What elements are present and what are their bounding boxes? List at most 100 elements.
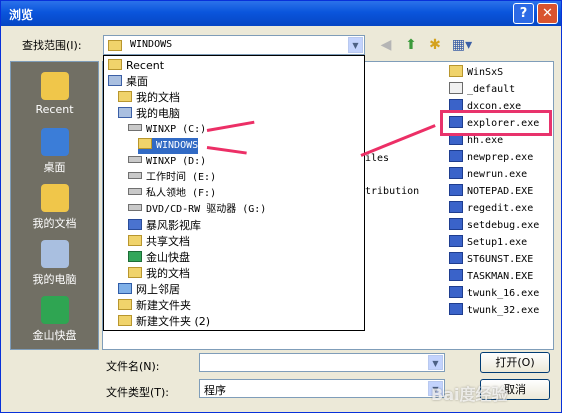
- lookin-combo[interactable]: WINDOWS ▼: [103, 35, 365, 55]
- dropdown-item-label: 我的电脑: [136, 107, 180, 120]
- drive-icon: [128, 124, 142, 131]
- file-item-label: ST6UNST.EXE: [467, 254, 534, 265]
- dropdown-item-label: 工作时间 (E:): [146, 172, 217, 183]
- dropdown-item[interactable]: 共享文档: [128, 234, 190, 250]
- place-label: Recent: [35, 103, 74, 116]
- file-item-label: Setup1.exe: [467, 237, 528, 248]
- dropdown-item-label: Recent: [126, 59, 165, 72]
- kuaipan-icon: [128, 251, 142, 262]
- exe-icon: [449, 286, 463, 298]
- dropdown-item-label: 桌面: [126, 75, 148, 88]
- place-recent[interactable]: Recent: [11, 72, 98, 116]
- dropdown-item[interactable]: 私人领地 (F:): [128, 186, 216, 202]
- filename-label: 文件名(N):: [106, 360, 160, 373]
- back-icon[interactable]: ◀: [377, 36, 395, 54]
- folder-icon: [128, 235, 142, 246]
- file-item[interactable]: ST6UNST.EXE: [449, 252, 533, 268]
- desktop-icon: [40, 128, 69, 156]
- dropdown-item-label: 私人领地 (F:): [146, 188, 217, 199]
- dropdown-item[interactable]: 新建文件夹 (2): [118, 314, 210, 330]
- close-button[interactable]: ✕: [537, 3, 558, 24]
- exe-icon: [449, 184, 463, 196]
- dropdown-item[interactable]: 工作时间 (E:): [128, 170, 216, 186]
- exe-icon: [449, 218, 463, 230]
- dropdown-item-label: 暴风影视库: [146, 219, 201, 232]
- up-folder-icon[interactable]: ⬆: [402, 36, 420, 54]
- file-item[interactable]: newprep.exe: [449, 150, 533, 166]
- dropdown-item-label: DVD/CD-RW 驱动器 (G:): [146, 204, 267, 215]
- exe-icon: [449, 167, 463, 179]
- window-title: 浏览: [9, 8, 34, 22]
- place-label: 金山快盘: [32, 329, 77, 342]
- file-item-label: _default: [467, 84, 516, 95]
- file-icon: [449, 82, 463, 94]
- file-item[interactable]: WinSxS: [449, 65, 503, 81]
- dropdown-item[interactable]: 我的文档: [128, 266, 190, 282]
- place-desktop[interactable]: 桌面: [11, 128, 98, 175]
- recent-folder-icon: [40, 72, 69, 100]
- folder-icon: [128, 267, 142, 278]
- filename-input[interactable]: ▼: [199, 353, 445, 372]
- lookin-value: WINDOWS: [130, 39, 173, 50]
- new-folder-icon[interactable]: ✱: [426, 36, 444, 54]
- dropdown-item-label: 我的文档: [136, 91, 180, 104]
- exe-icon: [449, 303, 463, 315]
- drive-icon: [128, 204, 142, 211]
- chevron-down-icon[interactable]: ▼: [348, 37, 363, 53]
- dropdown-item-label: 金山快盘: [146, 251, 190, 264]
- dropdown-item[interactable]: 桌面: [108, 74, 148, 90]
- dropdown-item[interactable]: WINXP (D:): [128, 154, 206, 170]
- drive-icon: [128, 172, 142, 179]
- dropdown-item-label: WINXP (D:): [146, 156, 207, 167]
- dropdown-item[interactable]: 我的文档: [118, 90, 180, 106]
- dropdown-item[interactable]: WINXP (C:): [128, 122, 206, 138]
- file-item[interactable]: Setup1.exe: [449, 235, 527, 251]
- file-item[interactable]: TASKMAN.EXE: [449, 269, 533, 285]
- folder-icon: [138, 138, 152, 149]
- place-label: 桌面: [43, 161, 66, 174]
- folder-icon: [118, 91, 132, 102]
- file-item-label: newrun.exe: [467, 169, 528, 180]
- dropdown-item-label: WINXP (C:): [146, 124, 207, 135]
- file-item[interactable]: NOTEPAD.EXE: [449, 184, 533, 200]
- file-item[interactable]: twunk_32.exe: [449, 303, 539, 319]
- file-item[interactable]: newrun.exe: [449, 167, 527, 183]
- dropdown-item[interactable]: 我的电脑: [118, 106, 180, 122]
- file-item-label: newprep.exe: [467, 152, 534, 163]
- dropdown-item[interactable]: DVD/CD-RW 驱动器 (G:): [128, 202, 266, 218]
- annotation-highlight-box: [440, 110, 552, 136]
- file-item[interactable]: regedit.exe: [449, 201, 533, 217]
- help-button[interactable]: ?: [513, 3, 534, 24]
- drive-icon: [128, 156, 142, 163]
- place-my-computer[interactable]: 我的电脑: [11, 240, 98, 287]
- lookin-label: 查找范围(I):: [22, 39, 82, 52]
- dropdown-item[interactable]: 新建文件夹: [118, 298, 191, 314]
- open-button[interactable]: 打开(O): [480, 352, 550, 373]
- browse-dialog: 浏览 ? ✕ 查找范围(I): WINDOWS ▼ ◀ ⬆ ✱ ▦▾ Recen…: [0, 0, 562, 413]
- exe-icon: [449, 252, 463, 264]
- dropdown-item[interactable]: Recent: [108, 58, 164, 74]
- view-menu-icon[interactable]: ▦▾: [449, 36, 475, 54]
- place-my-documents[interactable]: 我的文档: [11, 184, 98, 231]
- file-item-label: twunk_32.exe: [467, 305, 540, 316]
- file-item[interactable]: _default: [449, 82, 515, 98]
- folder-icon: [118, 299, 132, 310]
- filetype-select[interactable]: 程序 ▼: [199, 379, 445, 398]
- place-kuaipan[interactable]: 金山快盘: [11, 296, 98, 343]
- file-item-label: setdebug.exe: [467, 220, 540, 231]
- file-item[interactable]: setdebug.exe: [449, 218, 539, 234]
- dropdown-item-label: 新建文件夹: [136, 299, 191, 312]
- chevron-down-icon[interactable]: ▼: [428, 355, 443, 370]
- dropdown-item[interactable]: WINDOWS: [138, 138, 199, 154]
- dropdown-item[interactable]: 暴风影视库: [128, 218, 201, 234]
- file-item-label: WinSxS: [467, 67, 504, 78]
- dropdown-item[interactable]: 网上邻居: [118, 282, 180, 298]
- my-computer-icon: [40, 240, 69, 268]
- network-icon: [118, 283, 132, 294]
- desktop-icon: [108, 75, 122, 86]
- places-bar: Recent 桌面 我的文档 我的电脑 金山快盘: [10, 61, 99, 350]
- exe-icon: [449, 269, 463, 281]
- dropdown-item[interactable]: 金山快盘: [128, 250, 190, 266]
- file-item[interactable]: twunk_16.exe: [449, 286, 539, 302]
- lookin-dropdown-list[interactable]: Recent 桌面 我的文档 我的电脑 WINXP (C:) WINDOWS WINXP (…: [103, 55, 365, 331]
